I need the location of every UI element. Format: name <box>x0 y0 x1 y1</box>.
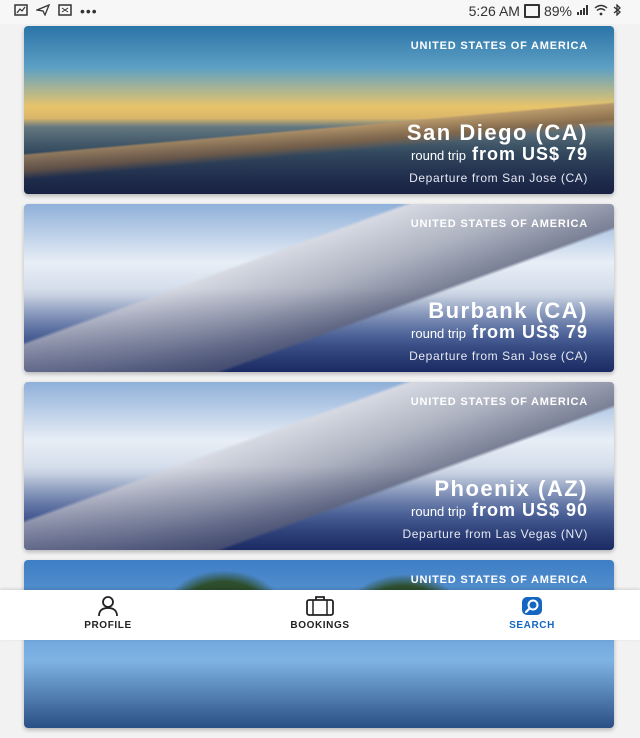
nav-search-label: SEARCH <box>509 620 555 631</box>
battery-text: 89% <box>543 3 572 19</box>
destination-country: UNITED STATES OF AMERICA <box>410 396 588 408</box>
more-dots-icon: ••• <box>80 3 98 19</box>
destination-card-san-diego[interactable]: UNITED STATES OF AMERICA San Diego (CA) … <box>24 26 614 194</box>
departure-text: Departure from Las Vegas (NV) <box>402 527 588 541</box>
nav-bookings-label: BOOKINGS <box>290 620 350 631</box>
trip-type: round trip <box>411 504 466 519</box>
battery-icon <box>523 4 540 18</box>
destination-city: Burbank (CA) <box>428 298 588 323</box>
destination-city: Phoenix (AZ) <box>434 476 588 501</box>
destination-card-burbank[interactable]: UNITED STATES OF AMERICA Burbank (CA) ro… <box>24 204 614 372</box>
person-icon <box>98 596 118 617</box>
cast-icon <box>58 3 72 19</box>
price-line: round trip from US$ 90 <box>411 500 588 521</box>
time-text: 5:26 AM <box>468 3 520 19</box>
wifi-icon <box>594 3 608 19</box>
nav-search[interactable]: SEARCH <box>472 595 592 631</box>
search-icon <box>522 597 542 615</box>
briefcase-icon <box>306 596 334 616</box>
screenshot-icon <box>14 3 28 19</box>
destination-price: from US$ 79 <box>471 322 588 342</box>
departure-text: Departure from San Jose (CA) <box>409 171 588 185</box>
destination-country: UNITED STATES OF AMERICA <box>410 218 588 230</box>
price-line: round trip from US$ 79 <box>411 322 588 343</box>
status-bar-left: ••• <box>14 3 98 19</box>
status-bar: ••• 5:26 AM 89% <box>0 0 640 24</box>
destination-country: UNITED STATES OF AMERICA <box>410 40 588 52</box>
trip-type: round trip <box>411 148 466 163</box>
destination-price: from US$ 90 <box>471 500 588 520</box>
destination-card-partial[interactable]: UNITED STATES OF AMERICA <box>24 560 614 728</box>
price-line: round trip from US$ 79 <box>411 144 588 165</box>
bluetooth-icon <box>612 3 622 19</box>
trip-type: round trip <box>411 326 466 341</box>
bottom-navigation: SEARCH BOOKINGS PROFILE <box>0 590 640 640</box>
destination-price: from US$ 79 <box>471 144 588 164</box>
nav-profile[interactable]: PROFILE <box>48 595 168 631</box>
departure-text: Departure from San Jose (CA) <box>409 349 588 363</box>
status-bar-right: 5:26 AM 89% <box>469 3 622 19</box>
destination-city: San Diego (CA) <box>406 120 588 145</box>
nav-bookings[interactable]: BOOKINGS <box>260 595 380 631</box>
signal-icon <box>576 3 590 19</box>
nav-profile-label: PROFILE <box>84 620 132 631</box>
send-icon <box>34 3 51 19</box>
destination-country: UNITED STATES OF AMERICA <box>410 574 588 586</box>
destination-card-phoenix[interactable]: UNITED STATES OF AMERICA Phoenix (AZ) ro… <box>24 382 614 550</box>
